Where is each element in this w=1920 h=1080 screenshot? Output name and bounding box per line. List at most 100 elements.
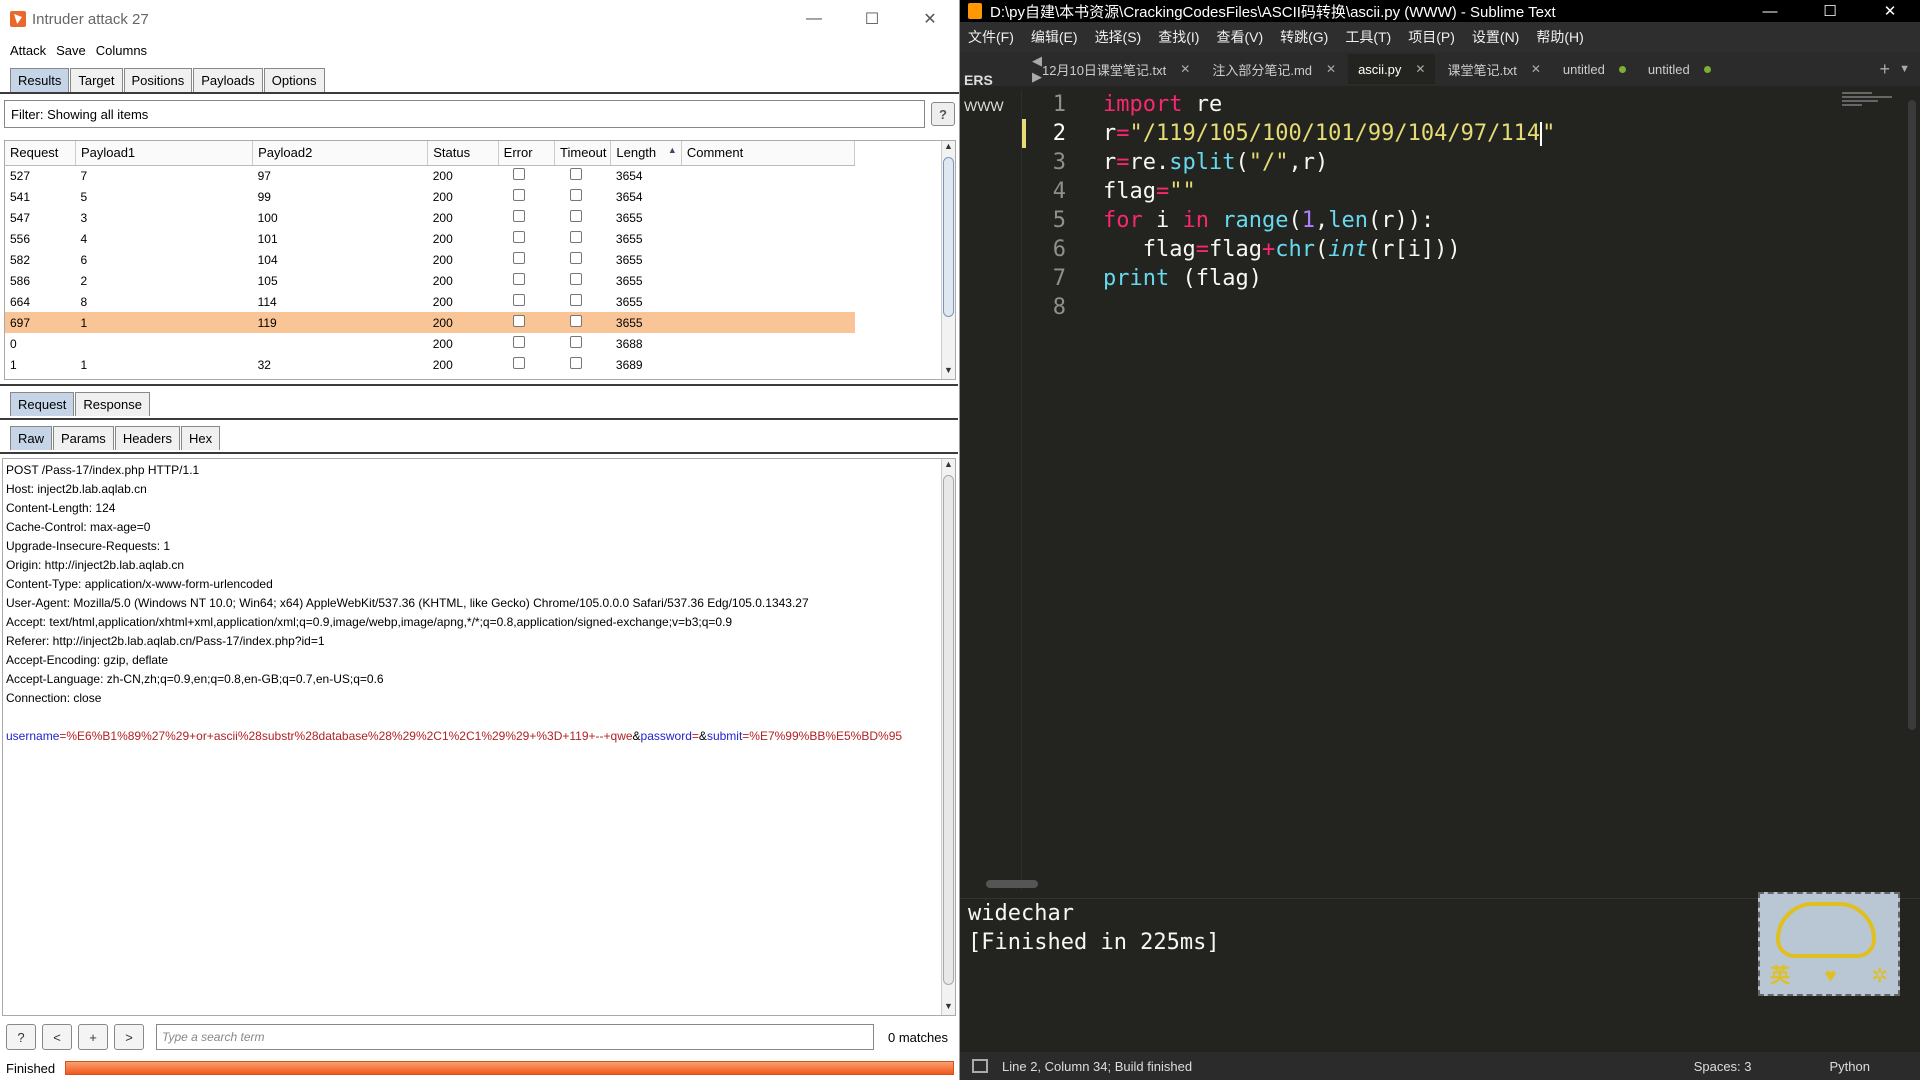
col-request[interactable]: Request: [5, 141, 76, 166]
search-input[interactable]: Type a search term: [156, 1024, 874, 1050]
sublime-logo-icon: [968, 3, 982, 19]
menu-item-8[interactable]: 设置(N): [1472, 27, 1519, 47]
menu-item-7[interactable]: 项目(P): [1408, 27, 1455, 47]
table-row[interactable]: 586 2 105 200 3655: [5, 270, 855, 291]
minimize-button[interactable]: —: [785, 0, 843, 38]
table-row[interactable]: 527 7 97 200 3654: [5, 165, 855, 186]
menu-attack[interactable]: Attack: [10, 43, 46, 58]
menu-item-4[interactable]: 查看(V): [1216, 27, 1263, 47]
editor-tab[interactable]: untitled: [1638, 54, 1721, 84]
menu-item-9[interactable]: 帮助(H): [1536, 27, 1583, 47]
editor-tab[interactable]: ascii.py ✕: [1348, 54, 1436, 84]
col-payload1[interactable]: Payload1: [75, 141, 254, 166]
table-row[interactable]: 541 5 99 200 3654: [5, 186, 855, 207]
minimap[interactable]: [1842, 92, 1902, 112]
help-button[interactable]: ?: [931, 102, 955, 126]
cell-p2: 100: [257, 210, 278, 225]
menu-item-2[interactable]: 选择(S): [1095, 27, 1142, 47]
syntax-selector[interactable]: Python: [1830, 1059, 1870, 1074]
close-button[interactable]: ✕: [1860, 0, 1920, 22]
scroll-down-arrow-icon[interactable]: ▼: [942, 365, 955, 379]
menu-item-1[interactable]: 编辑(E): [1031, 27, 1078, 47]
tab-options[interactable]: Options: [263, 68, 325, 92]
close-button[interactable]: ✕: [901, 0, 959, 38]
tab-headers[interactable]: Headers: [114, 426, 180, 450]
timeout-checkbox: [569, 168, 582, 181]
col-timeout[interactable]: Timeout: [554, 141, 612, 166]
raw-request-editor[interactable]: POST /Pass-17/index.php HTTP/1.1 Host: in…: [2, 458, 956, 1016]
code-editor[interactable]: import re r="/119/105/100/101/99/104/97/…: [1103, 90, 1555, 322]
tab-response[interactable]: Response: [75, 392, 150, 416]
col-comment[interactable]: Comment: [681, 141, 856, 166]
scroll-up-arrow-icon[interactable]: ▲: [942, 459, 955, 473]
minimize-button[interactable]: —: [1740, 0, 1800, 22]
tab-request[interactable]: Request: [10, 392, 75, 416]
code-line-4: flag="": [1103, 179, 1196, 204]
results-scrollbar[interactable]: ▲ ▼: [941, 141, 955, 379]
error-checkbox: [513, 231, 526, 243]
cell-length: 3655: [610, 312, 682, 333]
next-match-button[interactable]: >: [114, 1024, 144, 1050]
menu-item-5[interactable]: 转跳(G): [1280, 27, 1328, 47]
unsaved-dot-icon[interactable]: [1618, 65, 1626, 73]
cell-timeout: [555, 186, 611, 207]
tab-results[interactable]: Results: [10, 68, 70, 92]
help-button[interactable]: ?: [6, 1024, 36, 1050]
table-row[interactable]: 582 6 104 200 3655: [5, 249, 855, 270]
menu-save[interactable]: Save: [56, 43, 86, 58]
col-length[interactable]: Length ▲: [610, 141, 682, 166]
menu-item-0[interactable]: 文件(F): [968, 27, 1014, 47]
tab-hex[interactable]: Hex: [180, 426, 221, 450]
scroll-thumb[interactable]: [943, 157, 954, 317]
new-tab-icon[interactable]: +: [1879, 59, 1890, 80]
scroll-down-arrow-icon[interactable]: ▼: [942, 1001, 955, 1015]
tab-list-icon[interactable]: ▼: [1899, 63, 1910, 75]
table-row[interactable]: 1 1 32 200 3689: [5, 354, 855, 375]
table-row[interactable]: 556 4 101 200 3655: [5, 228, 855, 249]
previous-match-button[interactable]: <: [42, 1024, 72, 1050]
indentation-setting[interactable]: Spaces: 3: [1694, 1059, 1752, 1074]
tab-payloads[interactable]: Payloads: [193, 68, 263, 92]
timeout-checkbox: [569, 189, 582, 201]
editor-tab[interactable]: 课堂笔记.txt ✕: [1437, 54, 1550, 84]
scroll-thumb[interactable]: [943, 475, 954, 985]
unsaved-dot-icon[interactable]: [1703, 65, 1711, 73]
menu-columns[interactable]: Columns: [96, 43, 147, 58]
maximize-button[interactable]: ☐: [843, 0, 901, 38]
tab-params[interactable]: Params: [53, 426, 114, 450]
table-row[interactable]: 697 1 119 200 3655: [5, 312, 855, 333]
cell-error: [498, 186, 554, 207]
sidebar-folder-www[interactable]: WWW: [960, 98, 1021, 114]
close-tab-icon[interactable]: ✕: [1326, 62, 1336, 76]
editor-tab[interactable]: 12月10日课堂笔记.txt ✕: [1032, 54, 1200, 84]
menu-item-6[interactable]: 工具(T): [1345, 27, 1391, 47]
tab-positions[interactable]: Positions: [123, 68, 193, 92]
close-tab-icon[interactable]: ✕: [1415, 62, 1425, 76]
editor-tab[interactable]: untitled: [1553, 54, 1636, 84]
col-error[interactable]: Error: [498, 141, 556, 166]
line-number: 8: [1052, 295, 1066, 320]
horizontal-scrollbar[interactable]: [986, 880, 1038, 888]
add-button[interactable]: +: [78, 1024, 108, 1050]
tab-raw[interactable]: Raw: [10, 426, 53, 450]
table-row[interactable]: 0 200 3688: [5, 333, 855, 354]
col-status[interactable]: Status: [427, 141, 499, 166]
menu-item-3[interactable]: 查找(I): [1158, 27, 1199, 47]
scroll-up-arrow-icon[interactable]: ▲: [942, 141, 955, 155]
panel-toggle-icon[interactable]: [972, 1059, 988, 1073]
close-tab-icon[interactable]: ✕: [1180, 62, 1190, 76]
table-row[interactable]: 664 8 114 200 3655: [5, 291, 855, 312]
col-payload2[interactable]: Payload2: [252, 141, 429, 166]
close-tab-icon[interactable]: ✕: [1531, 62, 1541, 76]
cell-request: 0: [10, 336, 17, 351]
table-row[interactable]: 547 3 100 200 3655: [5, 207, 855, 228]
raw-scrollbar[interactable]: ▲ ▼: [941, 459, 955, 1015]
tab-target[interactable]: Target: [70, 68, 123, 92]
raw-line: Cache-Control: max-age=0: [6, 520, 151, 534]
filter-bar[interactable]: Filter: Showing all items: [4, 100, 925, 128]
ime-floating-badge[interactable]: 英 ♥ ✲: [1758, 892, 1900, 996]
maximize-button[interactable]: ☐: [1800, 0, 1860, 22]
editor-tab-label: 12月10日课堂笔记.txt: [1042, 62, 1167, 78]
editor-tab[interactable]: 注入部分笔记.md ✕: [1202, 54, 1346, 84]
editor-scrollbar[interactable]: [1908, 100, 1916, 730]
